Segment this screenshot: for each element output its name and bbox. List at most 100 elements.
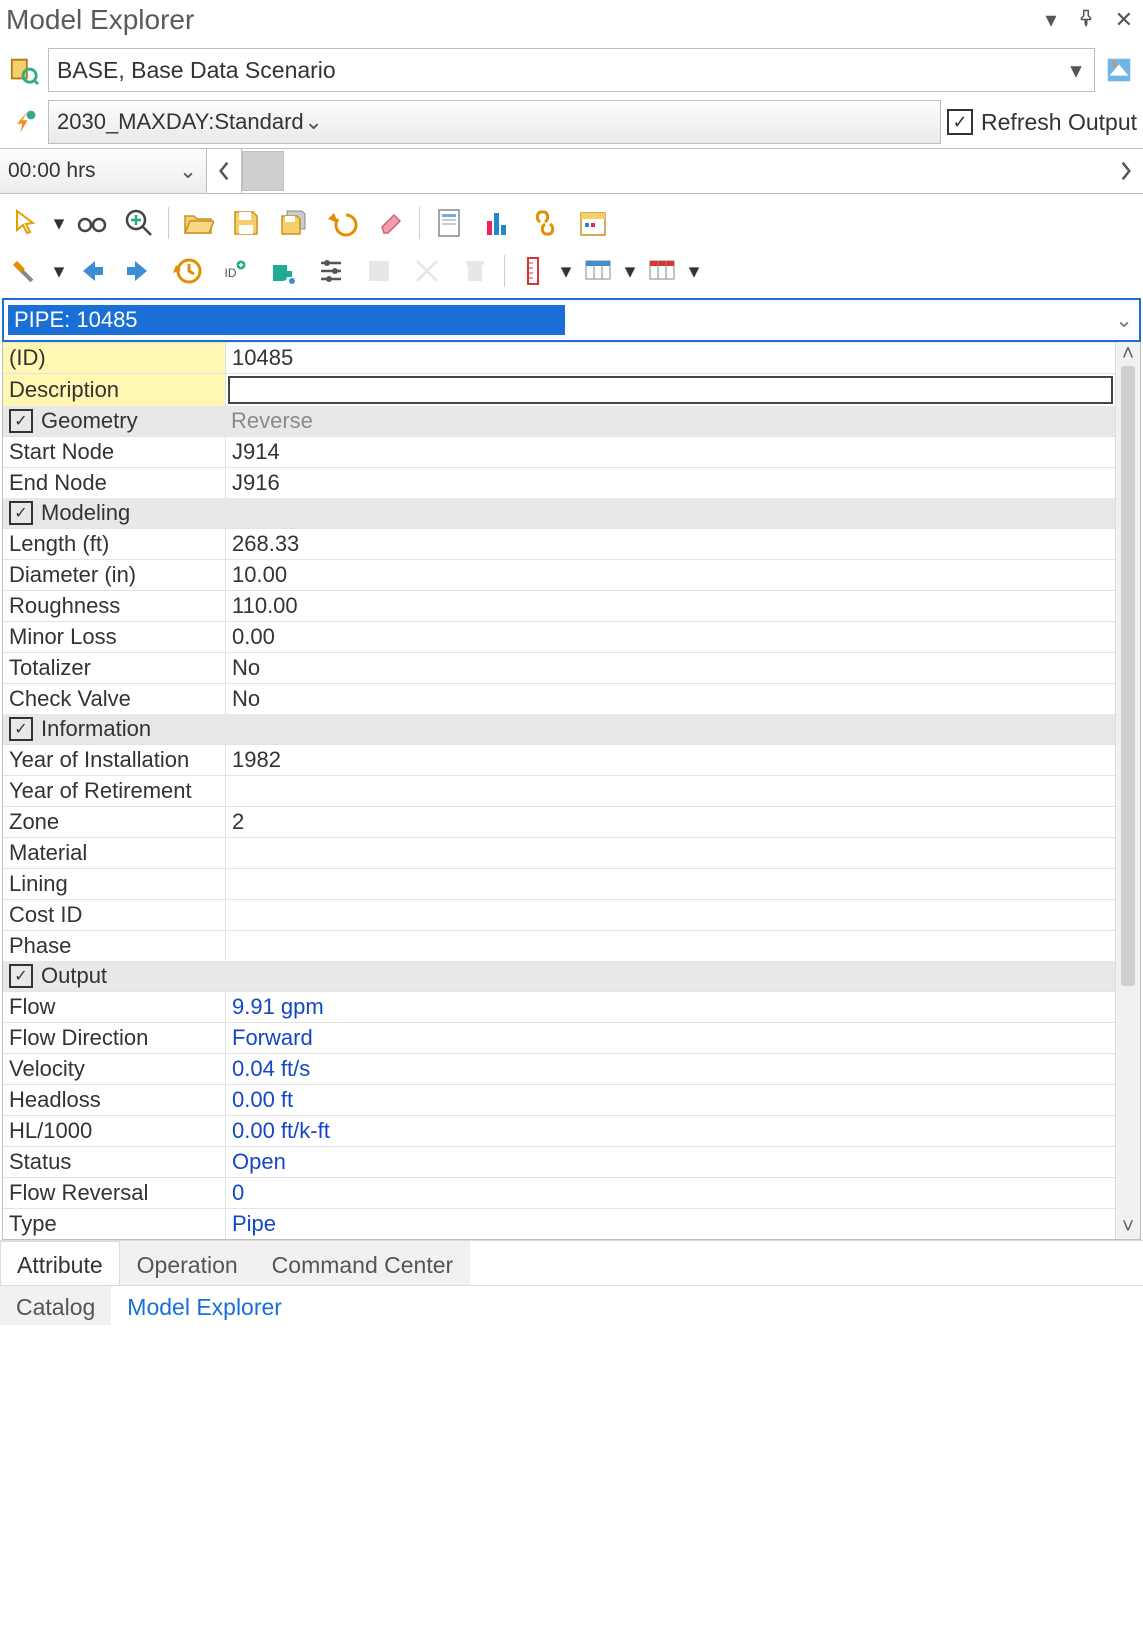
tab-operation[interactable]: Operation	[120, 1241, 255, 1285]
measure-icon[interactable]	[511, 248, 557, 294]
separator	[419, 207, 420, 239]
prop-hl1000: HL/10000.00 ft/k-ft	[3, 1115, 1115, 1146]
link-icon[interactable]	[522, 200, 568, 246]
pointer-tool-icon[interactable]	[4, 200, 50, 246]
save-icon[interactable]	[223, 200, 269, 246]
run-icon[interactable]	[6, 104, 42, 140]
save-all-icon[interactable]	[271, 200, 317, 246]
section-output-label: Output	[41, 963, 107, 989]
prop-totalizer: TotalizerNo	[3, 652, 1115, 683]
simulation-row: 2030_MAXDAY:Standard ⌄ ✓ Refresh Output	[0, 96, 1143, 148]
scenario-settings-button[interactable]	[1101, 52, 1137, 88]
undo-icon[interactable]	[319, 200, 365, 246]
prop-description: Description	[3, 373, 1115, 406]
dropdown-icon[interactable]: ▾	[1046, 7, 1057, 33]
prop-description-label: Description	[3, 374, 226, 406]
faucet-icon[interactable]	[260, 248, 306, 294]
reverse-button[interactable]: Reverse	[225, 406, 1115, 436]
section-modeling[interactable]: ✓ Modeling	[3, 498, 1115, 528]
prop-type: TypePipe	[3, 1208, 1115, 1239]
scenario-label: BASE, Base Data Scenario	[57, 57, 1066, 84]
element-selector[interactable]: PIPE: 10485 ⌄	[2, 298, 1141, 342]
table-2-dropdown[interactable]: ▾	[687, 259, 701, 284]
scrollbar-thumb[interactable]	[1121, 366, 1135, 986]
chevron-down-icon: ⌄	[1109, 308, 1139, 333]
close-icon[interactable]: ✕	[1115, 7, 1133, 33]
property-tabs: Attribute Operation Command Center	[0, 1240, 1143, 1285]
time-slider-thumb[interactable]	[242, 151, 284, 191]
time-value: 00:00 hrs	[8, 159, 178, 183]
pin-icon[interactable]	[1077, 7, 1095, 33]
section-information-label: Information	[41, 716, 151, 742]
section-information[interactable]: ✓ Information	[3, 714, 1115, 744]
chevron-down-icon: ⌄	[304, 109, 324, 135]
tab-catalog[interactable]: Catalog	[0, 1286, 111, 1325]
refresh-output-label: Refresh Output	[981, 109, 1137, 136]
prop-check-valve: Check ValveNo	[3, 683, 1115, 714]
scroll-up-icon[interactable]: ˄	[1122, 342, 1134, 366]
prop-description-value[interactable]	[226, 374, 1115, 406]
check-icon: ✓	[9, 964, 33, 988]
tab-command-center[interactable]: Command Center	[255, 1241, 471, 1285]
arrow-right-icon[interactable]	[116, 248, 162, 294]
prop-length: Length (ft)268.33	[3, 528, 1115, 559]
prop-start-node: Start NodeJ914	[3, 436, 1115, 467]
scenario-row: BASE, Base Data Scenario ▾	[0, 44, 1143, 96]
svg-text:ID: ID	[225, 266, 237, 280]
simulation-dropdown[interactable]: 2030_MAXDAY:Standard ⌄	[48, 100, 941, 144]
refresh-output-checkbox[interactable]: ✓ Refresh Output	[947, 109, 1137, 136]
time-dropdown[interactable]: 00:00 hrs ⌄	[0, 149, 207, 193]
time-next-button[interactable]	[1109, 149, 1143, 193]
section-geometry-label: Geometry	[41, 408, 138, 434]
separator	[504, 255, 505, 287]
time-prev-button[interactable]	[207, 149, 242, 193]
time-bar: 00:00 hrs ⌄	[0, 148, 1143, 194]
scenario-dropdown[interactable]: BASE, Base Data Scenario ▾	[48, 48, 1095, 92]
prop-flow-direction: Flow DirectionForward	[3, 1022, 1115, 1053]
prop-material: Material	[3, 837, 1115, 868]
section-geometry[interactable]: ✓ Geometry Reverse	[3, 406, 1115, 436]
model-explorer-panel: Model Explorer ▾ ✕ BASE, Base Data Scena…	[0, 0, 1143, 1325]
scenario-icon[interactable]	[6, 52, 42, 88]
check-icon: ✓	[947, 109, 973, 135]
eraser-icon[interactable]	[367, 200, 413, 246]
table-tool-2-icon[interactable]	[639, 248, 685, 294]
prop-end-node: End NodeJ916	[3, 467, 1115, 498]
calendar-icon[interactable]	[570, 200, 616, 246]
hammer-icon[interactable]	[4, 248, 50, 294]
table-1-dropdown[interactable]: ▾	[623, 259, 637, 284]
id-add-icon[interactable]: ID	[212, 248, 258, 294]
arrow-left-icon[interactable]	[68, 248, 114, 294]
hammer-dropdown[interactable]: ▾	[52, 259, 66, 284]
prop-zone: Zone2	[3, 806, 1115, 837]
simulation-label: 2030_MAXDAY:Standard	[57, 109, 304, 135]
prop-flow: Flow9.91 gpm	[3, 991, 1115, 1022]
prop-year-install: Year of Installation1982	[3, 744, 1115, 775]
time-slider-track[interactable]	[242, 149, 1109, 193]
vertical-scrollbar[interactable]: ˄ ˅	[1115, 342, 1140, 1239]
history-icon[interactable]	[164, 248, 210, 294]
titlebar: Model Explorer ▾ ✕	[0, 0, 1143, 44]
sliders-icon[interactable]	[308, 248, 354, 294]
section-output[interactable]: ✓ Output	[3, 961, 1115, 991]
scroll-down-icon[interactable]: ˅	[1122, 1215, 1134, 1239]
report-icon[interactable]	[426, 200, 472, 246]
tab-attribute[interactable]: Attribute	[0, 1241, 120, 1285]
chart-icon[interactable]	[474, 200, 520, 246]
panel-tabs: Catalog Model Explorer	[0, 1285, 1143, 1325]
measure-dropdown[interactable]: ▾	[559, 259, 573, 284]
pointer-dropdown[interactable]: ▾	[52, 211, 66, 236]
glasses-icon[interactable]	[68, 200, 114, 246]
separator	[168, 207, 169, 239]
prop-id-value[interactable]: 10485	[226, 343, 1115, 373]
prop-headloss: Headloss0.00 ft	[3, 1084, 1115, 1115]
prop-phase: Phase	[3, 930, 1115, 961]
zoom-in-icon[interactable]	[116, 200, 162, 246]
open-folder-icon[interactable]	[175, 200, 221, 246]
table-tool-1-icon[interactable]	[575, 248, 621, 294]
prop-lining: Lining	[3, 868, 1115, 899]
tab-model-explorer[interactable]: Model Explorer	[111, 1286, 298, 1325]
chevron-down-icon: ⌄	[178, 159, 198, 184]
panel-title: Model Explorer	[6, 4, 1046, 36]
disabled-trash-icon	[452, 248, 498, 294]
